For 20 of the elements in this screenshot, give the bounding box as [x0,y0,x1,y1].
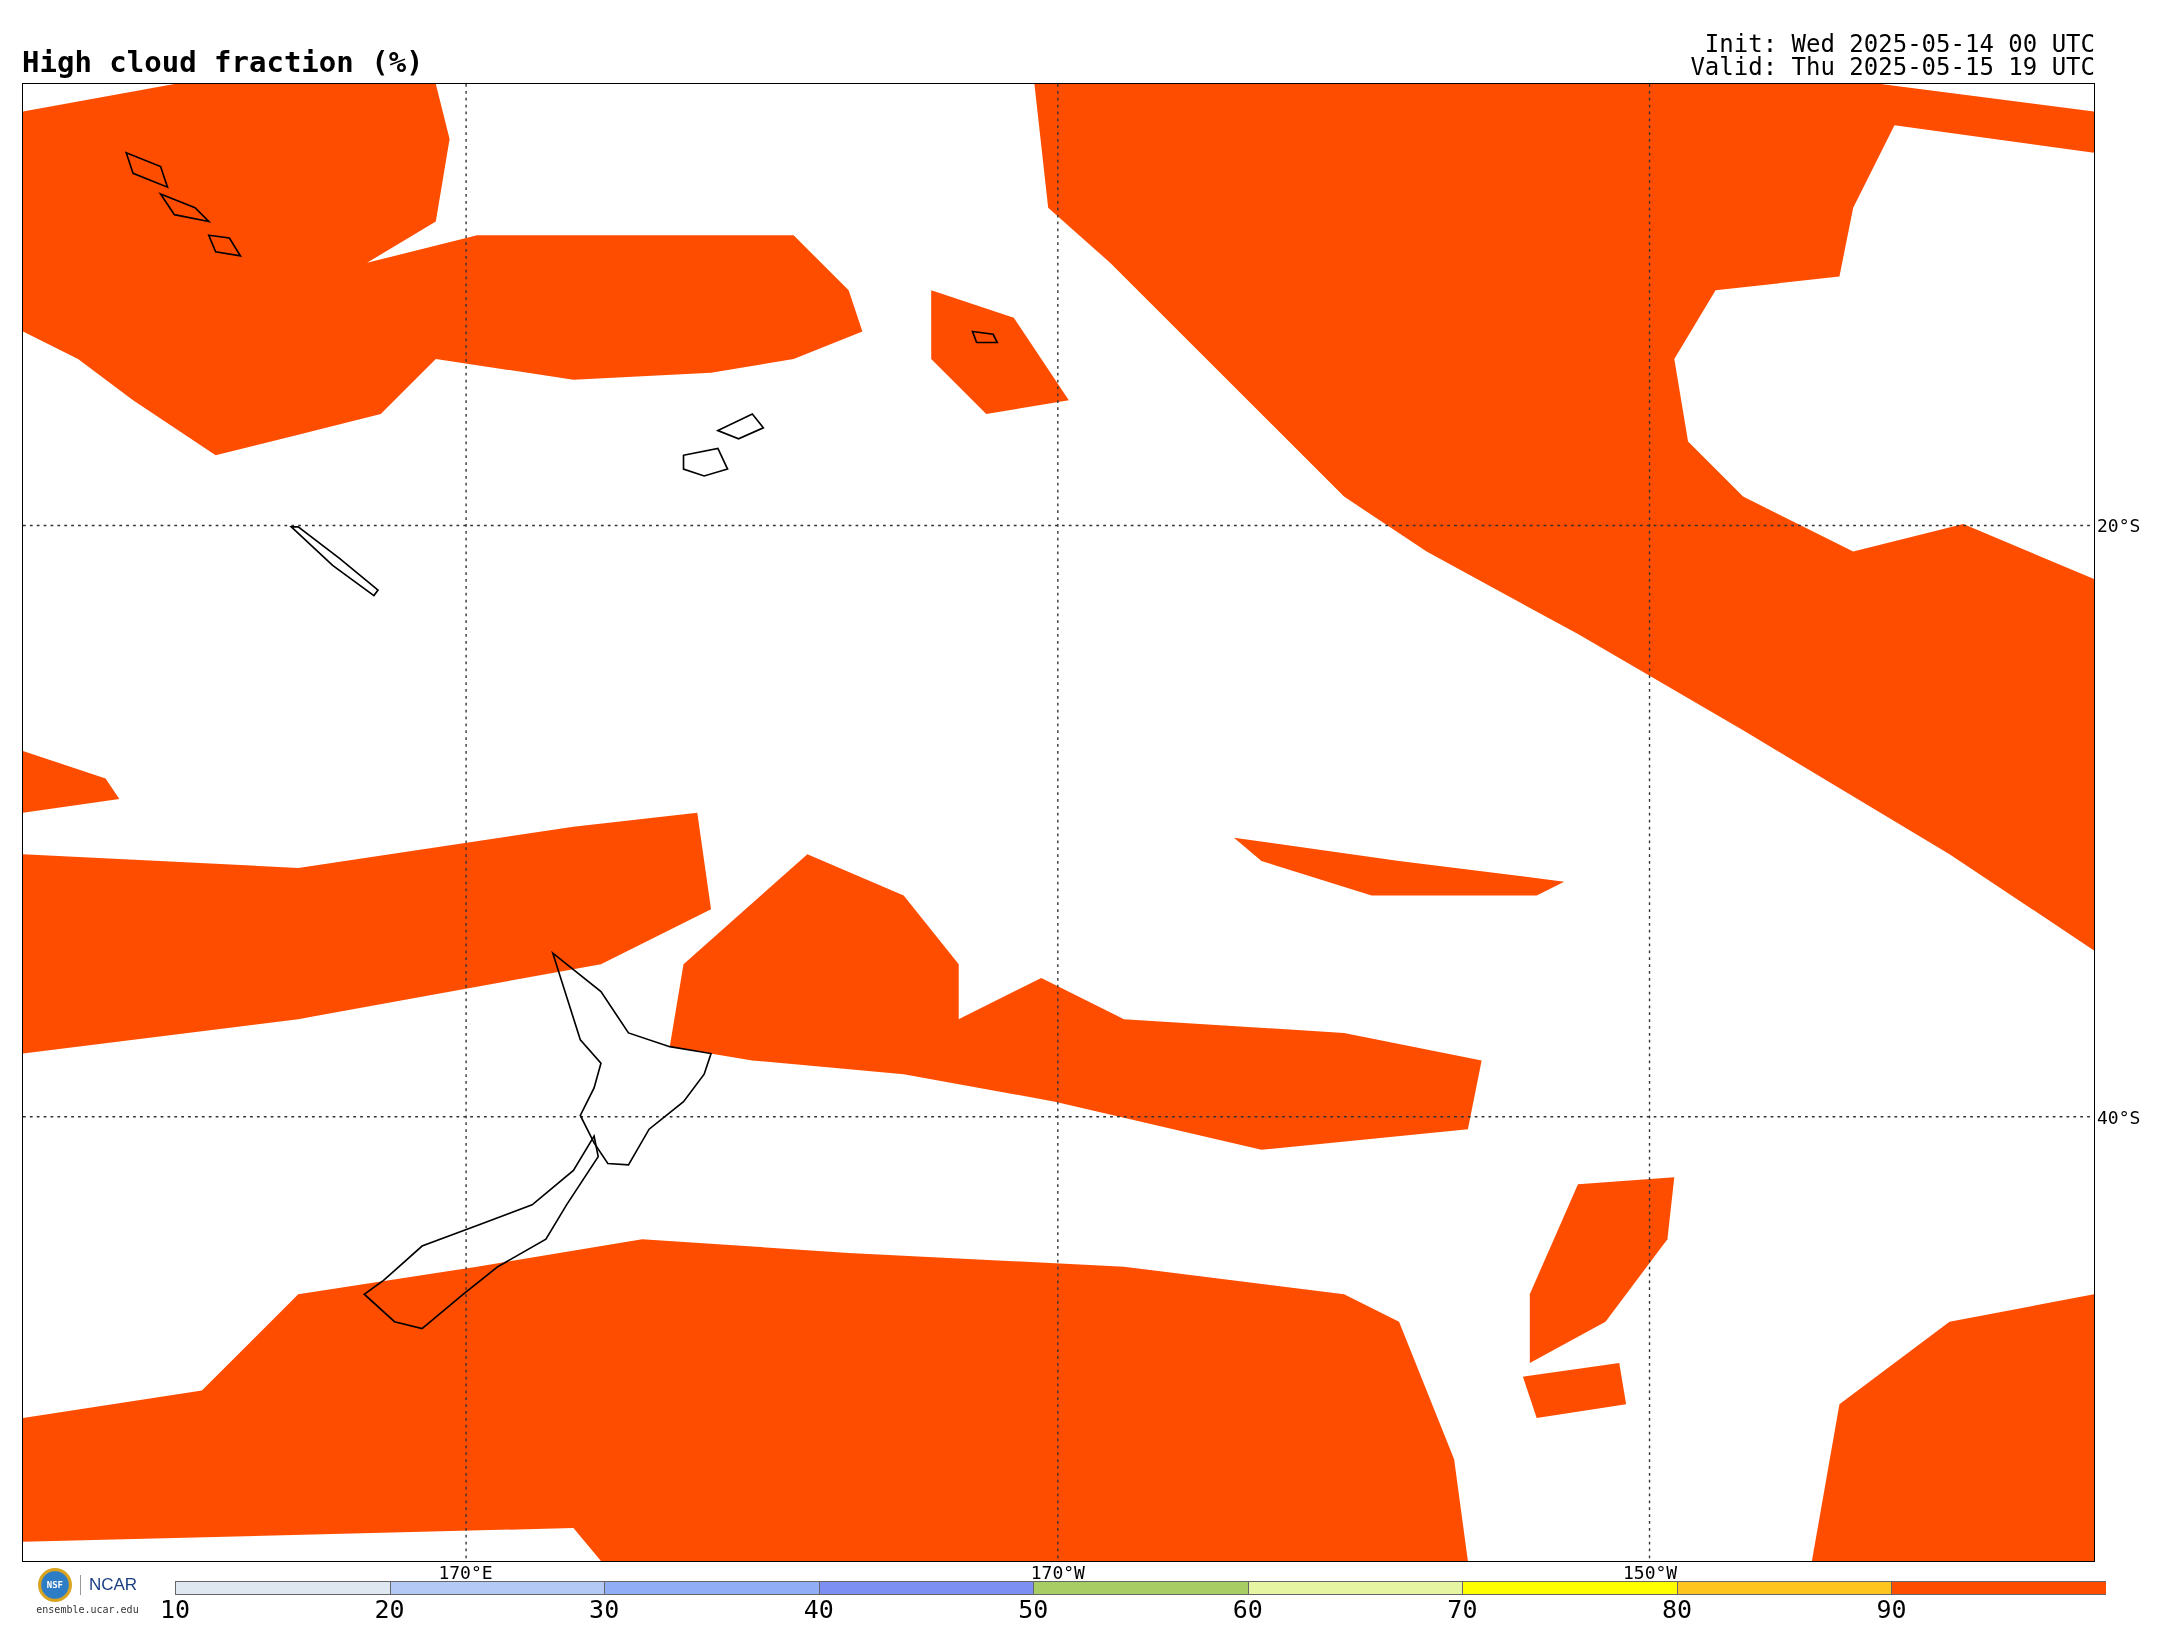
colorbar-tick-label: 40 [803,1595,834,1625]
latitude-label: 20°S [2097,514,2141,536]
colorbar-tick-label: 90 [1876,1595,1907,1625]
latitude-label: 40°S [2097,1106,2141,1128]
longitude-label: 170°W [1030,1562,1085,1583]
colorbar-tick-label: 50 [1018,1595,1049,1625]
site-address: ensemble.ucar.edu [36,1604,139,1615]
colorbar-tick-label: 20 [374,1595,405,1625]
run-time-label: Valid: Thu 2025-05-15 19 UTC [1690,56,2095,79]
nsf-logo: NSF [37,1568,72,1602]
chart-title: High cloud fraction (%) [22,45,424,79]
longitude-label: 150°W [1623,1562,1678,1583]
colorbar-tick-label: 70 [1447,1595,1478,1625]
longitude-label: 170°E [438,1562,493,1583]
ncar-logo: NCAR [79,1575,138,1595]
colorbar-tick-label: 10 [160,1595,191,1625]
colorbar-tick-label: 60 [1232,1595,1263,1625]
colorbar-tick-label: 30 [589,1595,620,1625]
run-time-label: Init: Wed 2025-05-14 00 UTC [1704,33,2095,56]
colorbar-tick-label: 80 [1661,1595,1692,1625]
